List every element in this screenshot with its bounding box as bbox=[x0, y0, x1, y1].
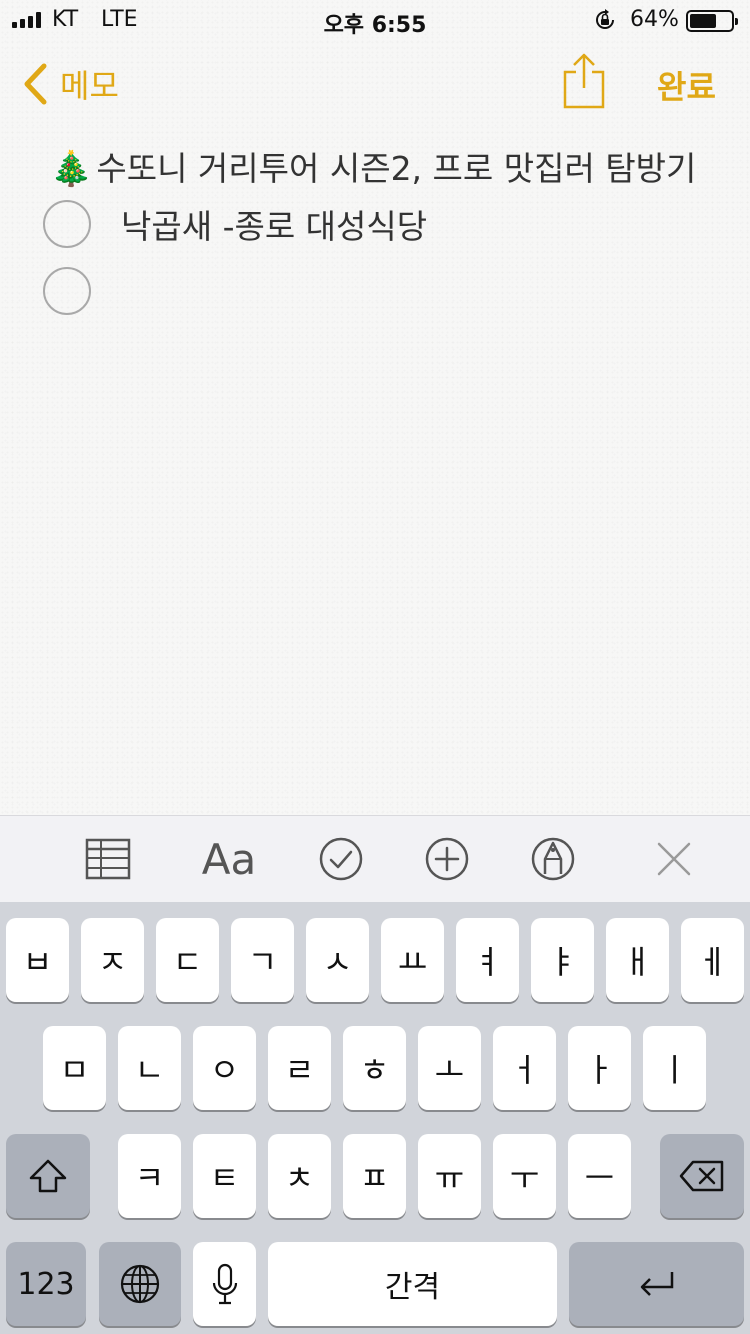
return-icon bbox=[640, 1272, 673, 1296]
key-ㅗ[interactable]: ㅗ bbox=[418, 1026, 481, 1110]
key-ㅊ[interactable]: ㅊ bbox=[268, 1134, 331, 1218]
checklist-icon bbox=[319, 837, 363, 881]
share-icon[interactable] bbox=[562, 52, 606, 110]
korean-keyboard: ㅂ ㅈ ㄷ ㄱ ㅅ ㅛ ㅕ ㅑ ㅐ ㅔ ㅁ ㄴ ㅇ ㄹ ㅎ ㅗ ㅓ ㅏ ㅣ ㅋ … bbox=[0, 902, 750, 1334]
back-button[interactable]: 메모 bbox=[22, 62, 119, 106]
note-paper-background bbox=[0, 0, 750, 815]
globe-icon bbox=[120, 1264, 160, 1304]
checklist-item[interactable]: 낙곱새 -종로 대성식당 bbox=[43, 200, 427, 248]
key-ㅋ[interactable]: ㅋ bbox=[118, 1134, 181, 1218]
key-ㄷ[interactable]: ㄷ bbox=[156, 918, 219, 1002]
key-ㅎ[interactable]: ㅎ bbox=[343, 1026, 406, 1110]
checklist-checkbox[interactable] bbox=[43, 200, 91, 248]
key-ㅇ[interactable]: ㅇ bbox=[193, 1026, 256, 1110]
table-button[interactable] bbox=[84, 834, 132, 884]
key-ㅌ[interactable]: ㅌ bbox=[193, 1134, 256, 1218]
checklist-item-text[interactable]: 낙곱새 -종로 대성식당 bbox=[121, 200, 427, 248]
key-ㅂ[interactable]: ㅂ bbox=[6, 918, 69, 1002]
microphone-icon bbox=[212, 1263, 237, 1305]
checklist-button[interactable] bbox=[318, 834, 364, 884]
christmas-tree-icon: 🎄 bbox=[50, 149, 93, 189]
space-key[interactable]: 간격 bbox=[268, 1242, 557, 1326]
key-ㅐ[interactable]: ㅐ bbox=[606, 918, 669, 1002]
shift-key[interactable] bbox=[6, 1134, 90, 1218]
table-icon bbox=[85, 838, 131, 880]
chevron-left-icon bbox=[24, 63, 47, 105]
markup-button[interactable] bbox=[530, 834, 576, 884]
dictation-key[interactable] bbox=[193, 1242, 256, 1326]
backspace-icon bbox=[679, 1160, 724, 1192]
key-ㄹ[interactable]: ㄹ bbox=[268, 1026, 331, 1110]
note-title[interactable]: 🎄 수또니 거리투어 시즌2, 프로 맛집러 탐방기 bbox=[50, 142, 696, 190]
done-button[interactable]: 완료 bbox=[657, 62, 716, 108]
text-format-button[interactable]: Aa bbox=[196, 834, 262, 884]
delete-key[interactable] bbox=[660, 1134, 744, 1218]
battery-percent: 64% bbox=[630, 7, 679, 32]
close-icon bbox=[657, 842, 691, 876]
note-title-text: 수또니 거리투어 시즌2, 프로 맛집러 탐방기 bbox=[96, 149, 697, 188]
key-ㅜ[interactable]: ㅜ bbox=[493, 1134, 556, 1218]
markup-icon bbox=[531, 837, 575, 881]
battery-level bbox=[690, 14, 716, 28]
insert-button[interactable] bbox=[424, 834, 470, 884]
key-ㅕ[interactable]: ㅕ bbox=[456, 918, 519, 1002]
back-button-label: 메모 bbox=[60, 67, 119, 105]
key-ㅑ[interactable]: ㅑ bbox=[531, 918, 594, 1002]
add-icon bbox=[425, 837, 469, 881]
status-bar: KT LTE 오후 6:55 64% bbox=[0, 0, 750, 40]
key-ㅓ[interactable]: ㅓ bbox=[493, 1026, 556, 1110]
key-ㅁ[interactable]: ㅁ bbox=[43, 1026, 106, 1110]
shift-icon bbox=[29, 1159, 67, 1193]
numbers-key[interactable]: 123 bbox=[6, 1242, 86, 1326]
globe-key[interactable] bbox=[99, 1242, 181, 1326]
key-ㅅ[interactable]: ㅅ bbox=[306, 918, 369, 1002]
rotation-lock-icon bbox=[596, 9, 614, 29]
key-ㄱ[interactable]: ㄱ bbox=[231, 918, 294, 1002]
key-ㅈ[interactable]: ㅈ bbox=[81, 918, 144, 1002]
battery-icon bbox=[686, 10, 738, 32]
key-ㅠ[interactable]: ㅠ bbox=[418, 1134, 481, 1218]
format-toolbar: Aa bbox=[0, 815, 750, 902]
key-ㅣ[interactable]: ㅣ bbox=[643, 1026, 706, 1110]
checklist-item[interactable] bbox=[43, 267, 121, 315]
key-ㅛ[interactable]: ㅛ bbox=[381, 918, 444, 1002]
key-ㅏ[interactable]: ㅏ bbox=[568, 1026, 631, 1110]
checklist-checkbox[interactable] bbox=[43, 267, 91, 315]
return-key[interactable] bbox=[569, 1242, 744, 1326]
key-ㅍ[interactable]: ㅍ bbox=[343, 1134, 406, 1218]
key-ㄴ[interactable]: ㄴ bbox=[118, 1026, 181, 1110]
key-ㅔ[interactable]: ㅔ bbox=[681, 918, 744, 1002]
close-toolbar-button[interactable] bbox=[654, 834, 694, 884]
key-ㅡ[interactable]: ㅡ bbox=[568, 1134, 631, 1218]
